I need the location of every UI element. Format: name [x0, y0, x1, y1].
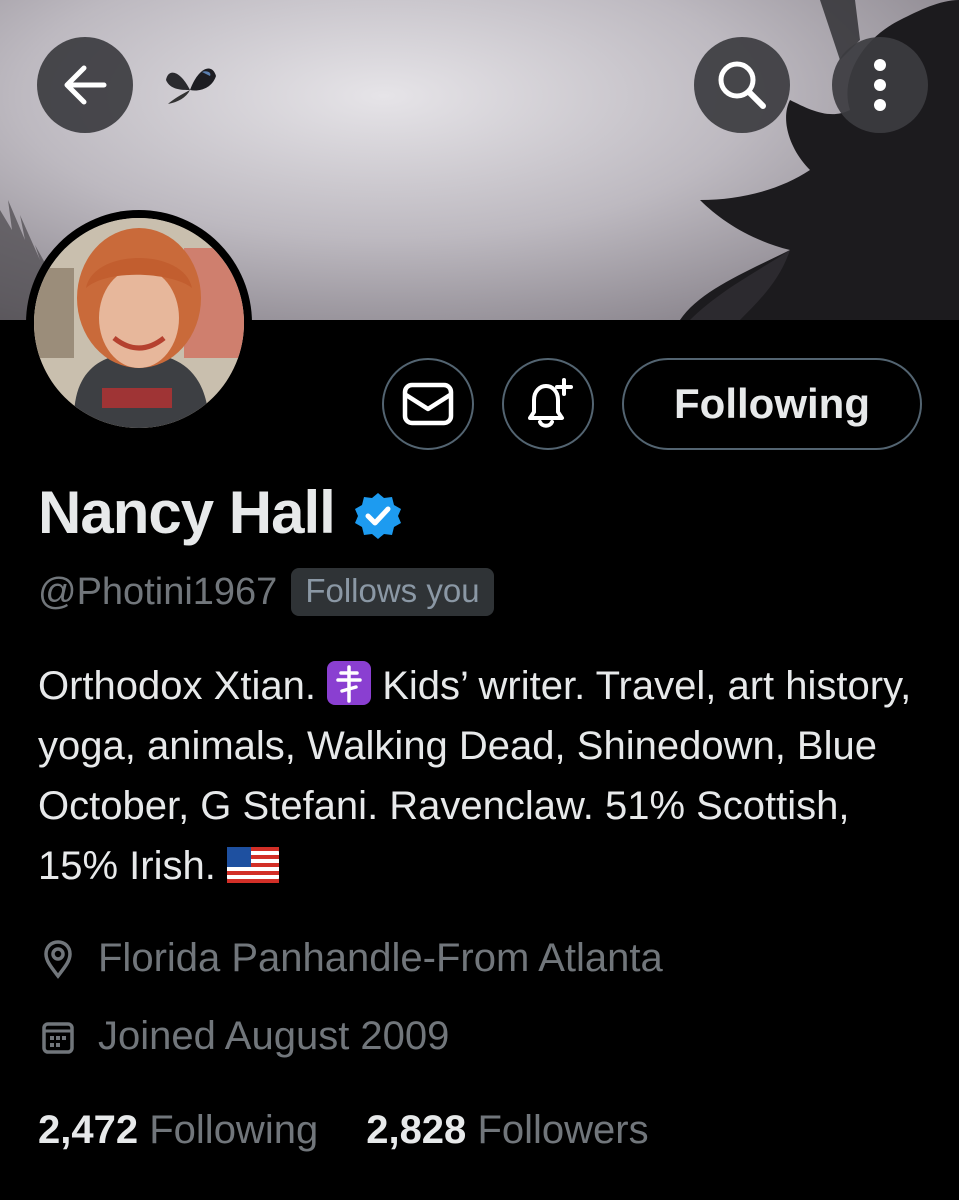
- joined-text: Joined August 2009: [98, 1014, 450, 1058]
- bio: Orthodox Xtian. Kids’ writer. Travel, ar…: [38, 656, 918, 900]
- bio-text-1: Orthodox Xtian.: [38, 664, 316, 708]
- handle-row: @Photini1967 Follows you: [38, 568, 494, 616]
- location-text: Florida Panhandle-From Atlanta: [98, 936, 663, 980]
- message-button[interactable]: [382, 358, 474, 450]
- orthodox-cross-icon: [327, 661, 372, 705]
- followers-stat[interactable]: 2,828 Followers: [366, 1108, 648, 1153]
- back-button[interactable]: [37, 37, 133, 133]
- verified-badge-icon[interactable]: [353, 491, 403, 541]
- following-label: Following: [149, 1108, 319, 1152]
- envelope-icon: [402, 382, 454, 426]
- location-pin-icon: [38, 939, 78, 979]
- avatar-photo: [34, 218, 244, 428]
- search-button[interactable]: [694, 37, 790, 133]
- display-name-row: Nancy Hall: [38, 478, 403, 547]
- us-flag-icon: [226, 840, 279, 900]
- calendar-icon: [38, 1019, 78, 1055]
- more-options-button[interactable]: [832, 37, 928, 133]
- handle: @Photini1967: [38, 570, 278, 613]
- followers-count: 2,828: [366, 1108, 467, 1152]
- location-row: Florida Panhandle-From Atlanta: [38, 936, 663, 981]
- butterfly-image: [166, 68, 216, 104]
- following-button[interactable]: Following: [622, 358, 922, 450]
- more-vertical-icon: [874, 59, 886, 111]
- bell-plus-icon: [528, 378, 573, 428]
- following-count: 2,472: [38, 1108, 139, 1152]
- display-name: Nancy Hall: [38, 479, 336, 546]
- follow-stats: 2,472 Following 2,828 Followers: [38, 1108, 697, 1153]
- avatar-portrait: [34, 218, 244, 428]
- avatar[interactable]: [26, 210, 252, 436]
- follows-you-badge: Follows you: [291, 568, 494, 616]
- search-icon: [718, 61, 766, 109]
- notifications-button[interactable]: [502, 358, 594, 450]
- following-stat[interactable]: 2,472 Following: [38, 1108, 318, 1153]
- joined-row: Joined August 2009: [38, 1014, 449, 1059]
- followers-label: Followers: [477, 1108, 649, 1152]
- arrow-left-icon: [64, 65, 107, 105]
